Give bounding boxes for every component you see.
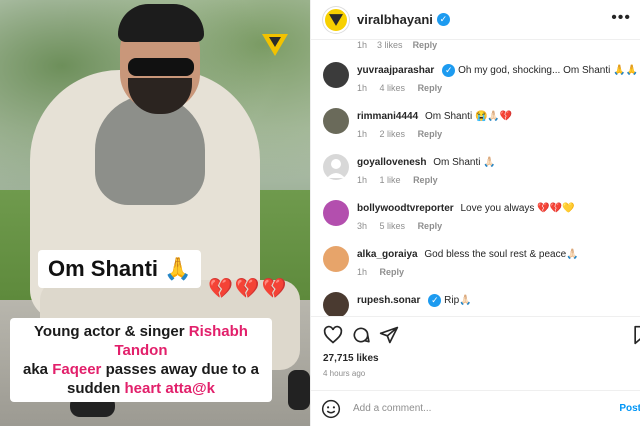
post-header: viralbhayani ✓ ••• — [311, 0, 640, 40]
comment-likes[interactable]: 3 likes — [377, 40, 403, 50]
headline-text: sudden — [66, 380, 125, 397]
comment-time: 1h — [357, 267, 368, 277]
headline-cause: heart atta@k — [124, 380, 216, 397]
commenter-avatar[interactable] — [323, 292, 349, 316]
comment-body: Rip🙏🏻 — [444, 295, 472, 306]
headline-text: passes away due to a — [101, 361, 259, 378]
comment-body: Om Shanti 😭🙏🏻💔 — [424, 111, 513, 122]
comment-item: alka_goraiya God bless the soul rest & p… — [323, 246, 639, 288]
commenter-username[interactable]: rupesh.sonar — [357, 295, 420, 306]
news-headline: Young actor & singer Rishabh Tandon aka … — [10, 318, 272, 402]
brand-watermark-icon — [262, 34, 288, 56]
reply-button[interactable]: Reply — [418, 221, 443, 231]
post-timestamp[interactable]: 4 hours ago — [323, 369, 365, 378]
comment-body: Love you always 💔💔💛 — [460, 203, 575, 214]
comment-body: Om Shanti 🙏🏻 — [433, 157, 496, 168]
share-icon[interactable] — [379, 325, 399, 345]
post-media[interactable]: Om Shanti 🙏 💔💔💔 Young actor & singer Ris… — [0, 0, 310, 426]
reply-button[interactable]: Reply — [413, 175, 438, 185]
comment-likes[interactable]: 1 like — [380, 175, 401, 185]
more-options-icon[interactable]: ••• — [611, 9, 631, 27]
reply-button[interactable]: Reply — [380, 267, 405, 277]
add-comment-row: Post — [311, 390, 640, 426]
comment-text: rupesh.sonar ✓ Rip🙏🏻 — [357, 294, 637, 308]
person-shoe-right — [288, 370, 310, 410]
comment-meta: 1h 4 likes Reply — [357, 83, 452, 93]
post-comment-button[interactable]: Post — [619, 403, 640, 414]
comment-meta: 1h 2 likes Reply — [357, 129, 452, 139]
comment-text: goyallovenesh Om Shanti 🙏🏻 — [357, 156, 637, 170]
add-comment-input[interactable] — [353, 403, 593, 414]
like-heart-icon[interactable] — [323, 325, 343, 345]
comment-body: God bless the soul rest & peace🙏🏻 — [424, 249, 579, 260]
commenter-avatar[interactable] — [323, 200, 349, 226]
commenter-avatar[interactable] — [323, 246, 349, 272]
likes-count[interactable]: 27,715 likes — [323, 353, 379, 364]
comment-likes[interactable]: 2 likes — [380, 129, 406, 139]
person-sunglasses — [128, 58, 194, 76]
previous-comment-meta: 1h 3 likes Reply — [357, 40, 437, 50]
verified-badge-icon: ✓ — [428, 294, 442, 307]
comment-meta: 3h 5 likes Reply — [357, 221, 452, 231]
praying-hands-icon: 🙏 — [164, 256, 192, 281]
comment-time: 1h — [357, 129, 368, 139]
om-shanti-text: Om Shanti — [48, 256, 159, 281]
comment-item: rupesh.sonar ✓ Rip🙏🏻 — [323, 292, 639, 316]
headline-alias: Faqeer — [52, 361, 102, 378]
comment-time: 1h — [357, 175, 368, 185]
reply-button[interactable]: Reply — [413, 40, 438, 50]
commenter-avatar[interactable] — [323, 108, 349, 134]
person-hair — [118, 4, 204, 42]
comment-text: bollywoodtvreporter Love you always 💔💔💛 — [357, 202, 637, 216]
commenter-avatar[interactable] — [323, 62, 349, 88]
default-avatar-icon — [327, 159, 345, 178]
comment-item: bollywoodtvreporter Love you always 💔💔💛 … — [323, 200, 639, 242]
verified-badge-icon: ✓ — [436, 13, 450, 26]
commenter-username[interactable]: goyallovenesh — [357, 157, 426, 168]
comment-likes[interactable]: 4 likes — [380, 83, 406, 93]
reply-button[interactable]: Reply — [418, 83, 443, 93]
headline-text: aka — [23, 361, 53, 378]
comment-body: Oh my god, shocking... Om Shanti 🙏🙏🙏🙏 — [458, 65, 637, 76]
emoji-icon[interactable] — [321, 399, 341, 419]
commenter-username[interactable]: rimmani4444 — [357, 111, 418, 122]
commenter-username[interactable]: alka_goraiya — [357, 249, 418, 260]
comment-item: yuvraajparashar ✓ Oh my god, shocking... … — [323, 62, 639, 104]
comment-time: 1h — [357, 40, 368, 50]
comment-item: rimmani4444 Om Shanti 😭🙏🏻💔 1h 2 likes Re… — [323, 108, 639, 150]
comments-list[interactable]: 1h 3 likes Reply yuvraajparashar ✓ Oh my … — [311, 40, 640, 316]
comment-text: yuvraajparashar ✓ Oh my god, shocking... … — [357, 64, 637, 78]
comment-text: rimmani4444 Om Shanti 😭🙏🏻💔 — [357, 110, 637, 124]
reply-button[interactable]: Reply — [418, 129, 443, 139]
commenter-username[interactable]: yuvraajparashar — [357, 65, 434, 76]
post-sidebar: viralbhayani ✓ ••• 1h 3 likes Reply yuvr… — [310, 0, 640, 426]
comment-meta: 1h Reply — [357, 267, 414, 277]
comment-text: alka_goraiya God bless the soul rest & p… — [357, 248, 637, 262]
comment-icon[interactable] — [351, 325, 371, 345]
action-icons — [323, 325, 640, 347]
headline-text: Young actor & singer — [34, 323, 189, 340]
broken-hearts-icon: 💔💔💔 — [208, 278, 289, 300]
author-avatar[interactable] — [323, 6, 349, 33]
post-actions: 27,715 likes 4 hours ago Post — [311, 316, 640, 426]
comment-time: 3h — [357, 221, 368, 231]
commenter-avatar[interactable] — [323, 154, 349, 180]
save-bookmark-icon[interactable] — [631, 325, 640, 345]
comment-time: 1h — [357, 83, 368, 93]
commenter-username[interactable]: bollywoodtvreporter — [357, 203, 454, 214]
brand-logo-icon — [329, 13, 343, 26]
author-username[interactable]: viralbhayani — [357, 12, 433, 27]
om-shanti-caption: Om Shanti 🙏 — [38, 250, 202, 288]
verified-badge-icon: ✓ — [442, 64, 456, 77]
comment-likes[interactable]: 5 likes — [380, 221, 406, 231]
comment-item: goyallovenesh Om Shanti 🙏🏻 1h 1 like Rep… — [323, 154, 639, 196]
comment-meta: 1h 1 like Reply — [357, 175, 448, 185]
